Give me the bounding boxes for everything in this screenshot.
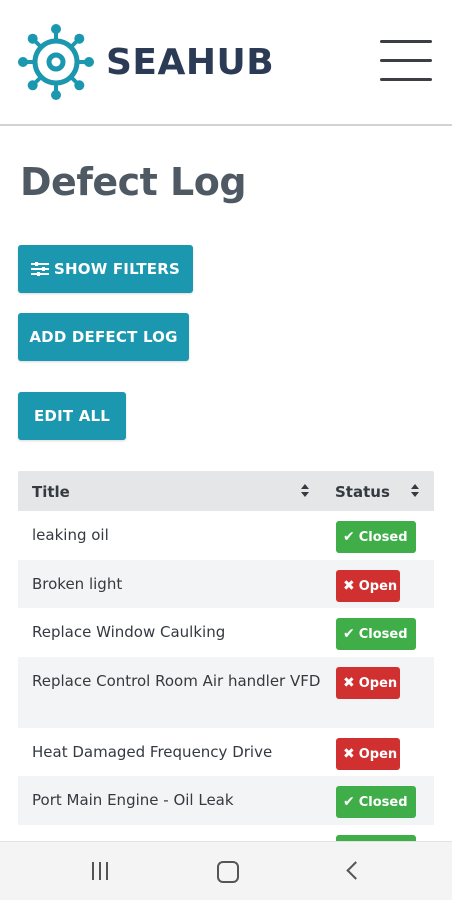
- status-label: Closed: [358, 626, 408, 642]
- table-row[interactable]: Heat Damaged Frequency Drive ✖ Open: [18, 728, 434, 776]
- table-row[interactable]: Replace Control Room Air handler VFD ✖ Ope…: [18, 657, 434, 728]
- table-header: Title Status: [18, 471, 434, 511]
- app-header: SEAHUB: [0, 0, 452, 126]
- defect-title[interactable]: Heat Damaged Frequency Drive: [32, 740, 322, 765]
- show-filters-button[interactable]: SHOW FILTERS: [18, 245, 193, 293]
- filter-sliders-icon: [30, 262, 49, 276]
- home-icon[interactable]: [212, 858, 242, 886]
- page-title: Defect Log: [20, 160, 247, 204]
- status-badge: ✔Closed: [336, 618, 416, 650]
- defect-title[interactable]: Port Main Engine - Oil Leak: [32, 788, 322, 813]
- status-badge: ✔Closed: [336, 521, 416, 553]
- table-row[interactable]: Replace Window Caulking ✔ Closed: [18, 608, 434, 657]
- sort-icon[interactable]: [300, 484, 310, 498]
- status-label: Open: [358, 578, 398, 594]
- check-icon: ✔: [343, 794, 355, 810]
- status-badge: ✖ Open: [336, 570, 400, 602]
- defect-title[interactable]: Broken light: [32, 572, 322, 597]
- defect-table: Title Status leaking oil ✔ Closed Broken li…: [18, 471, 434, 874]
- sort-icon[interactable]: [410, 484, 420, 498]
- status-label: Closed: [358, 794, 408, 810]
- close-icon: ✖: [343, 578, 355, 594]
- close-icon: ✖: [343, 746, 355, 762]
- edit-all-label: EDIT ALL: [33, 407, 111, 425]
- status-label: Open: [358, 746, 398, 762]
- status-badge: ✖ Open: [336, 738, 400, 770]
- check-icon: ✔: [343, 529, 355, 545]
- status-label: Closed: [358, 529, 408, 545]
- column-header-title[interactable]: Title: [32, 483, 70, 501]
- defect-title[interactable]: Replace Control Room Air handler VFD: [32, 669, 322, 694]
- system-nav-bar: [0, 841, 452, 900]
- check-icon: ✔: [343, 626, 355, 642]
- logo[interactable]: SEAHUB: [18, 24, 274, 100]
- table-row[interactable]: Port Main Engine - Oil Leak ✔ Closed: [18, 776, 434, 825]
- column-header-status[interactable]: Status: [335, 483, 390, 501]
- show-filters-label: SHOW FILTERS: [53, 260, 180, 278]
- table-row[interactable]: Broken light ✖ Open: [18, 560, 434, 608]
- defect-title[interactable]: Replace Window Caulking: [32, 620, 322, 645]
- add-defect-log-label: ADD DEFECT LOG: [29, 328, 178, 346]
- table-row[interactable]: leaking oil ✔ Closed: [18, 511, 434, 560]
- status-badge: ✖ Open: [336, 667, 400, 699]
- back-icon[interactable]: [342, 858, 372, 886]
- recent-apps-icon[interactable]: [86, 858, 116, 886]
- status-label: Open: [358, 675, 398, 691]
- ship-wheel-icon: [18, 24, 94, 100]
- brand-name: SEAHUB: [106, 41, 275, 83]
- status-badge: ✔Closed: [336, 786, 416, 818]
- defect-title[interactable]: leaking oil: [32, 523, 322, 548]
- close-icon: ✖: [343, 675, 355, 691]
- edit-all-button[interactable]: EDIT ALL: [18, 392, 126, 440]
- add-defect-log-button[interactable]: ADD DEFECT LOG: [18, 313, 189, 361]
- hamburger-menu-icon[interactable]: [380, 40, 432, 82]
